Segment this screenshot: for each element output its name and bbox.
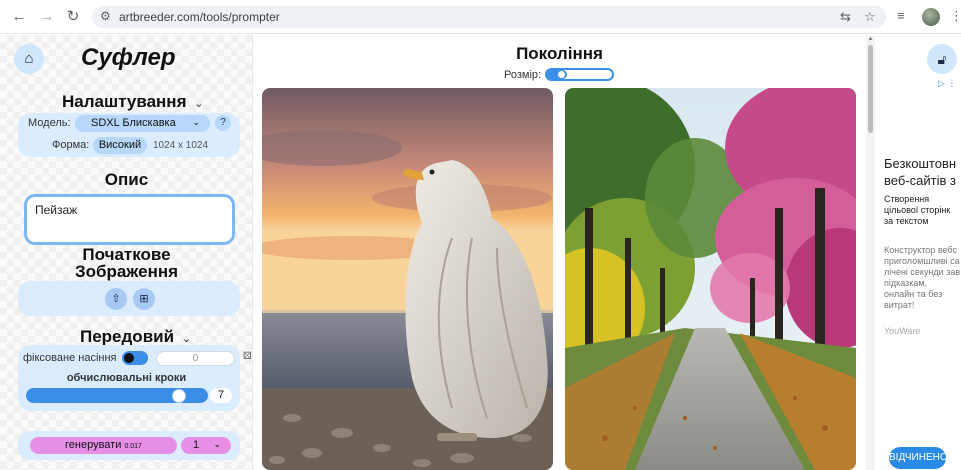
upload-image-button[interactable]: ⇧ bbox=[105, 288, 127, 310]
scrollbar-thumb[interactable] bbox=[868, 45, 873, 133]
chevron-down-icon: ⌄ bbox=[213, 439, 221, 449]
home-icon: ⌂ bbox=[24, 50, 34, 67]
profile-avatar[interactable] bbox=[922, 8, 940, 26]
left-panel: ⌂ Суфлер Налаштування ⌄ Модель: SDXL Бли… bbox=[0, 35, 253, 470]
lock-icon: 🔓︎ bbox=[937, 51, 947, 67]
seed-toggle[interactable] bbox=[122, 351, 148, 365]
initial-image-title: Початкове Зображення bbox=[74, 245, 179, 281]
steps-label: обчислювальні кроки bbox=[66, 372, 187, 384]
lock-button[interactable]: 🔓︎ bbox=[927, 44, 957, 74]
park-image-art bbox=[565, 88, 856, 470]
app-title: Суфлер bbox=[81, 44, 176, 71]
advanced-title[interactable]: Передовий ⌄ bbox=[80, 327, 191, 347]
seed-label: фіксоване насіння bbox=[23, 352, 117, 364]
back-icon[interactable]: ← bbox=[10, 8, 28, 26]
description-title: Опис bbox=[104, 170, 149, 189]
eagle-image-art bbox=[262, 88, 553, 470]
translate-icon[interactable]: ⇆ bbox=[840, 9, 851, 25]
ad-brand: YouWare bbox=[884, 326, 921, 336]
url-text[interactable]: artbreeder.com/tools/prompter bbox=[119, 10, 280, 24]
address-bar[interactable]: ⚙ artbreeder.com/tools/prompter ⇆ ☆ bbox=[92, 6, 886, 28]
generations-title: Покоління bbox=[516, 44, 603, 63]
dimensions-text: 1024 x 1024 bbox=[153, 140, 209, 151]
reload-icon[interactable]: ↻ bbox=[64, 8, 82, 26]
chevron-down-icon: ⌄ bbox=[192, 117, 200, 127]
model-select[interactable]: SDXL Блискавка ⌄ bbox=[75, 115, 210, 132]
generated-image-eagle[interactable] bbox=[262, 88, 553, 470]
bookmark-star-icon[interactable]: ☆ bbox=[864, 9, 876, 25]
add-image-icon: ⊞ bbox=[139, 293, 149, 305]
ad-open-button[interactable]: ВІДЧИНЕНО bbox=[889, 447, 948, 469]
help-button[interactable]: ? bbox=[215, 115, 231, 131]
home-button[interactable]: ⌂ bbox=[14, 44, 44, 74]
shape-select[interactable]: Високий bbox=[93, 137, 147, 154]
model-label: Модель: bbox=[28, 117, 71, 129]
ad-subtitle: Створення цільової сторінк за текстом bbox=[884, 194, 951, 226]
size-label: Розмір: bbox=[504, 69, 542, 81]
initial-image-card bbox=[18, 281, 240, 316]
shape-label: Форма: bbox=[52, 139, 90, 151]
settings-title[interactable]: Налаштування ⌄ bbox=[62, 92, 204, 112]
seed-input[interactable]: 0 bbox=[156, 351, 235, 366]
size-slider[interactable] bbox=[545, 68, 614, 81]
site-info-icon[interactable]: ⚙ bbox=[100, 9, 111, 23]
generate-button[interactable]: генерувати 0.017 bbox=[30, 437, 177, 454]
scroll-up-icon[interactable]: ▲ bbox=[866, 36, 875, 42]
add-image-button[interactable]: ⊞ bbox=[133, 288, 155, 310]
prompt-input[interactable]: Пейзаж bbox=[24, 194, 235, 245]
steps-value[interactable]: 7 bbox=[210, 388, 232, 403]
generated-image-park[interactable] bbox=[565, 88, 856, 470]
ad-choices-icon[interactable]: ▷ ⋮ bbox=[938, 78, 956, 89]
ad-body: Конструктор вебс приголомшливі са лічені… bbox=[884, 245, 961, 310]
chevron-down-icon: ⌄ bbox=[178, 333, 192, 345]
upload-icon: ⇧ bbox=[111, 293, 121, 305]
browser-toolbar: ← → ↻ ⚙ artbreeder.com/tools/prompter ⇆ … bbox=[0, 0, 961, 34]
ad-title[interactable]: Безкоштовн веб-сайтів з bbox=[884, 155, 956, 189]
reading-list-icon[interactable]: ≡ bbox=[897, 8, 905, 23]
random-seed-icon[interactable]: ⚄ bbox=[243, 351, 252, 362]
forward-icon[interactable]: → bbox=[38, 8, 56, 26]
chevron-down-icon: ⌄ bbox=[191, 98, 204, 110]
browser-menu-icon[interactable]: ⋮ bbox=[950, 8, 961, 24]
generate-count-select[interactable]: 1 ⌄ bbox=[181, 437, 231, 454]
